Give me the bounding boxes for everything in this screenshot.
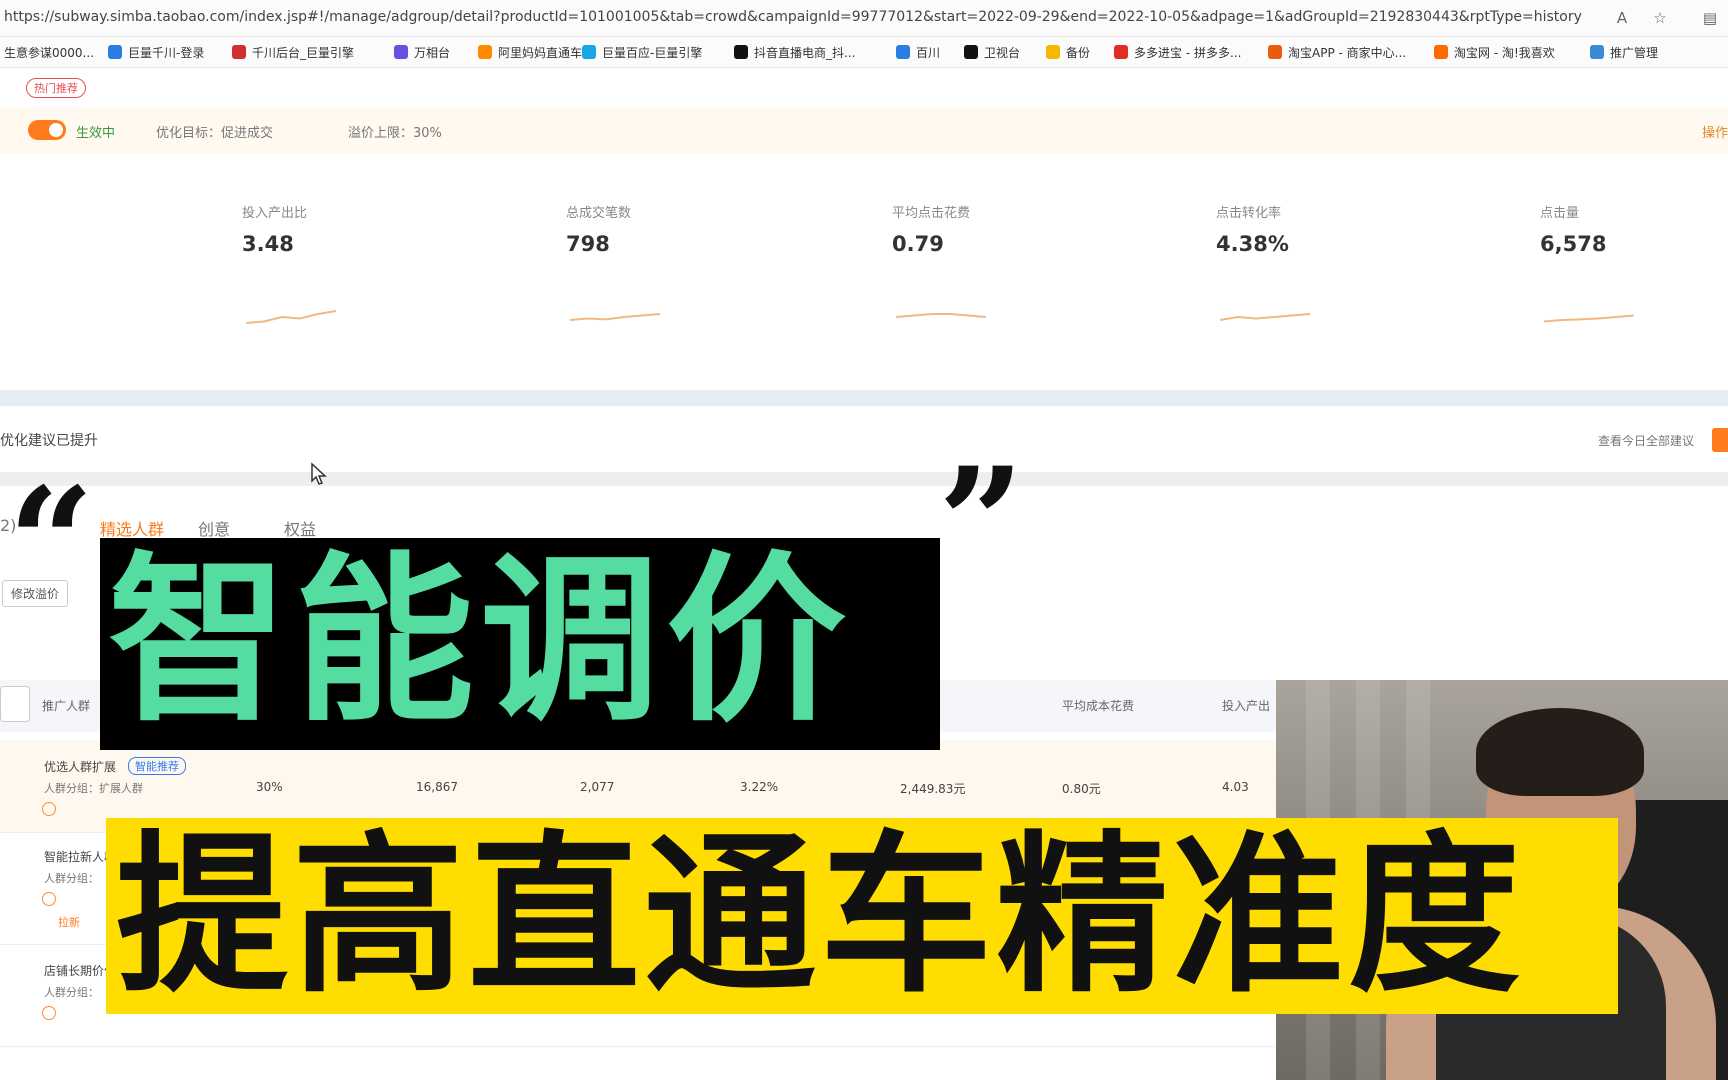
bookmark-item[interactable]: 卫视台 — [964, 43, 1020, 61]
section-divider — [0, 390, 1728, 406]
metric-value: 6,578 — [1540, 232, 1607, 256]
row-tag: 拉新 — [58, 916, 80, 929]
status-label: 生效中 — [76, 126, 116, 141]
metric-label: 投入产出比 — [242, 206, 308, 221]
bookmark-item[interactable]: 推广管理 — [1590, 43, 1658, 61]
view-all-suggestions-link[interactable]: 查看今日全部建议 — [1598, 432, 1694, 449]
bookmark-icon — [1434, 45, 1448, 59]
suggestion-button[interactable] — [1712, 428, 1728, 452]
bookmark-item[interactable]: 千川后台_巨量引擎 — [232, 43, 354, 61]
folder-icon — [1046, 45, 1060, 59]
metric-value: 3.48 — [242, 232, 294, 256]
bookmark-item[interactable]: 阿里妈妈直通车 — [478, 43, 582, 61]
bookmark-icon — [582, 45, 596, 59]
select-all-checkbox[interactable] — [0, 686, 30, 722]
warning-icon — [42, 892, 56, 906]
row-crowd-group: 人群分组：扩展人群 — [44, 782, 143, 795]
column-header-roi[interactable]: 投入产出 — [1222, 697, 1270, 714]
status-action-link[interactable]: 操作 — [1702, 122, 1728, 141]
bookmark-item[interactable]: 巨量百应-巨量引擎 — [582, 43, 702, 61]
bookmark-item[interactable]: 万相台 — [394, 43, 450, 61]
metric-label: 平均点击花费 — [892, 206, 971, 221]
metric-label: 总成交笔数 — [566, 206, 632, 221]
sparkline-path — [246, 310, 336, 324]
metric-value: 0.79 — [892, 232, 944, 256]
bookmarks-bar: 生意参谋0000... 巨量千川-登录 千川后台_巨量引擎 万相台 阿里妈妈直通… — [0, 37, 1728, 68]
cell-impressions: 16,867 — [416, 780, 458, 794]
open-quote: “ — [8, 455, 95, 631]
warning-icon — [42, 802, 56, 816]
bookmark-icon — [896, 45, 910, 59]
address-bar[interactable]: https://subway.simba.taobao.com/index.js… — [0, 0, 1728, 37]
row-crowd-name[interactable]: 优选人群扩展 — [44, 758, 116, 775]
cell-premium[interactable]: 30% — [256, 780, 283, 794]
mouse-cursor-icon — [311, 462, 327, 485]
sparkline — [1544, 314, 1634, 323]
hot-pill-badge: 热门推荐 — [26, 78, 86, 98]
url-text[interactable]: https://subway.simba.taobao.com/index.js… — [4, 9, 1584, 25]
bookmark-icon — [1114, 45, 1128, 59]
bookmark-icon — [964, 45, 978, 59]
title-line2: 提高直通车精准度 — [116, 815, 1524, 1016]
section-divider — [0, 472, 1728, 486]
title-line1: 智能调价 — [108, 537, 853, 746]
bookmark-item[interactable]: 巨量千川-登录 — [108, 43, 204, 61]
cell-cost: 2,449.83元 — [900, 782, 966, 796]
bookmark-icon — [394, 45, 408, 59]
sparkline — [896, 313, 986, 318]
metric-value: 4.38% — [1216, 232, 1289, 256]
cell-roi: 4.03 — [1222, 780, 1249, 794]
metric-label: 点击量 — [1540, 206, 1580, 221]
bookmark-icon — [1590, 45, 1604, 59]
bookmark-icon — [734, 45, 748, 59]
metric-label: 点击转化率 — [1216, 206, 1282, 221]
cell-ctr: 3.22% — [740, 780, 779, 794]
collections-icon[interactable]: ▤ — [1700, 8, 1720, 28]
read-aloud-icon[interactable]: A — [1612, 8, 1632, 28]
row-crowd-group: 人群分组： — [44, 986, 99, 999]
bookmark-item[interactable]: 淘宝网 - 淘!我喜欢 — [1434, 43, 1555, 61]
premium-limit[interactable]: 溢价上限：30% — [348, 122, 442, 141]
warning-icon — [42, 1006, 56, 1020]
sparkline — [1220, 313, 1310, 321]
sparkline-path — [896, 313, 986, 318]
sparkline-path — [1544, 314, 1634, 323]
sparkline — [570, 313, 660, 321]
bookmark-icon — [1268, 45, 1282, 59]
sparkline-path — [1220, 313, 1310, 321]
column-header-crowd[interactable]: 推广人群 — [42, 697, 90, 714]
column-header-avg-cost[interactable]: 平均成本花费 — [1062, 697, 1134, 714]
favorite-star-icon[interactable]: ☆ — [1650, 8, 1670, 28]
cell-avg-cost: 0.80元 — [1062, 782, 1101, 796]
bookmark-item[interactable]: 多多进宝 - 拼多多... — [1114, 43, 1241, 61]
row-crowd-group: 人群分组： — [44, 872, 99, 885]
optimize-target[interactable]: 优化目标：促进成交 — [156, 122, 273, 141]
bookmark-item[interactable]: 淘宝APP - 商家中心... — [1268, 43, 1406, 61]
bookmark-icon — [478, 45, 492, 59]
optimization-suggestion-label: 优化建议已提升 — [0, 433, 98, 449]
bookmark-item[interactable]: 抖音直播电商_抖... — [734, 43, 855, 61]
metric-value: 798 — [566, 232, 610, 256]
bookmark-icon — [108, 45, 122, 59]
cell-clicks: 2,077 — [580, 780, 615, 794]
close-quote: ” — [938, 435, 1025, 611]
bookmark-icon — [232, 45, 246, 59]
smart-recommend-tag: 智能推荐 — [128, 757, 186, 775]
sparkline-path — [570, 313, 660, 321]
bookmark-item[interactable]: 备份 — [1046, 43, 1090, 61]
sparkline — [246, 310, 336, 324]
bookmark-item[interactable]: 生意参谋0000... — [4, 43, 94, 61]
status-toggle[interactable] — [28, 120, 66, 140]
bookmark-item[interactable]: 百川 — [896, 43, 940, 61]
